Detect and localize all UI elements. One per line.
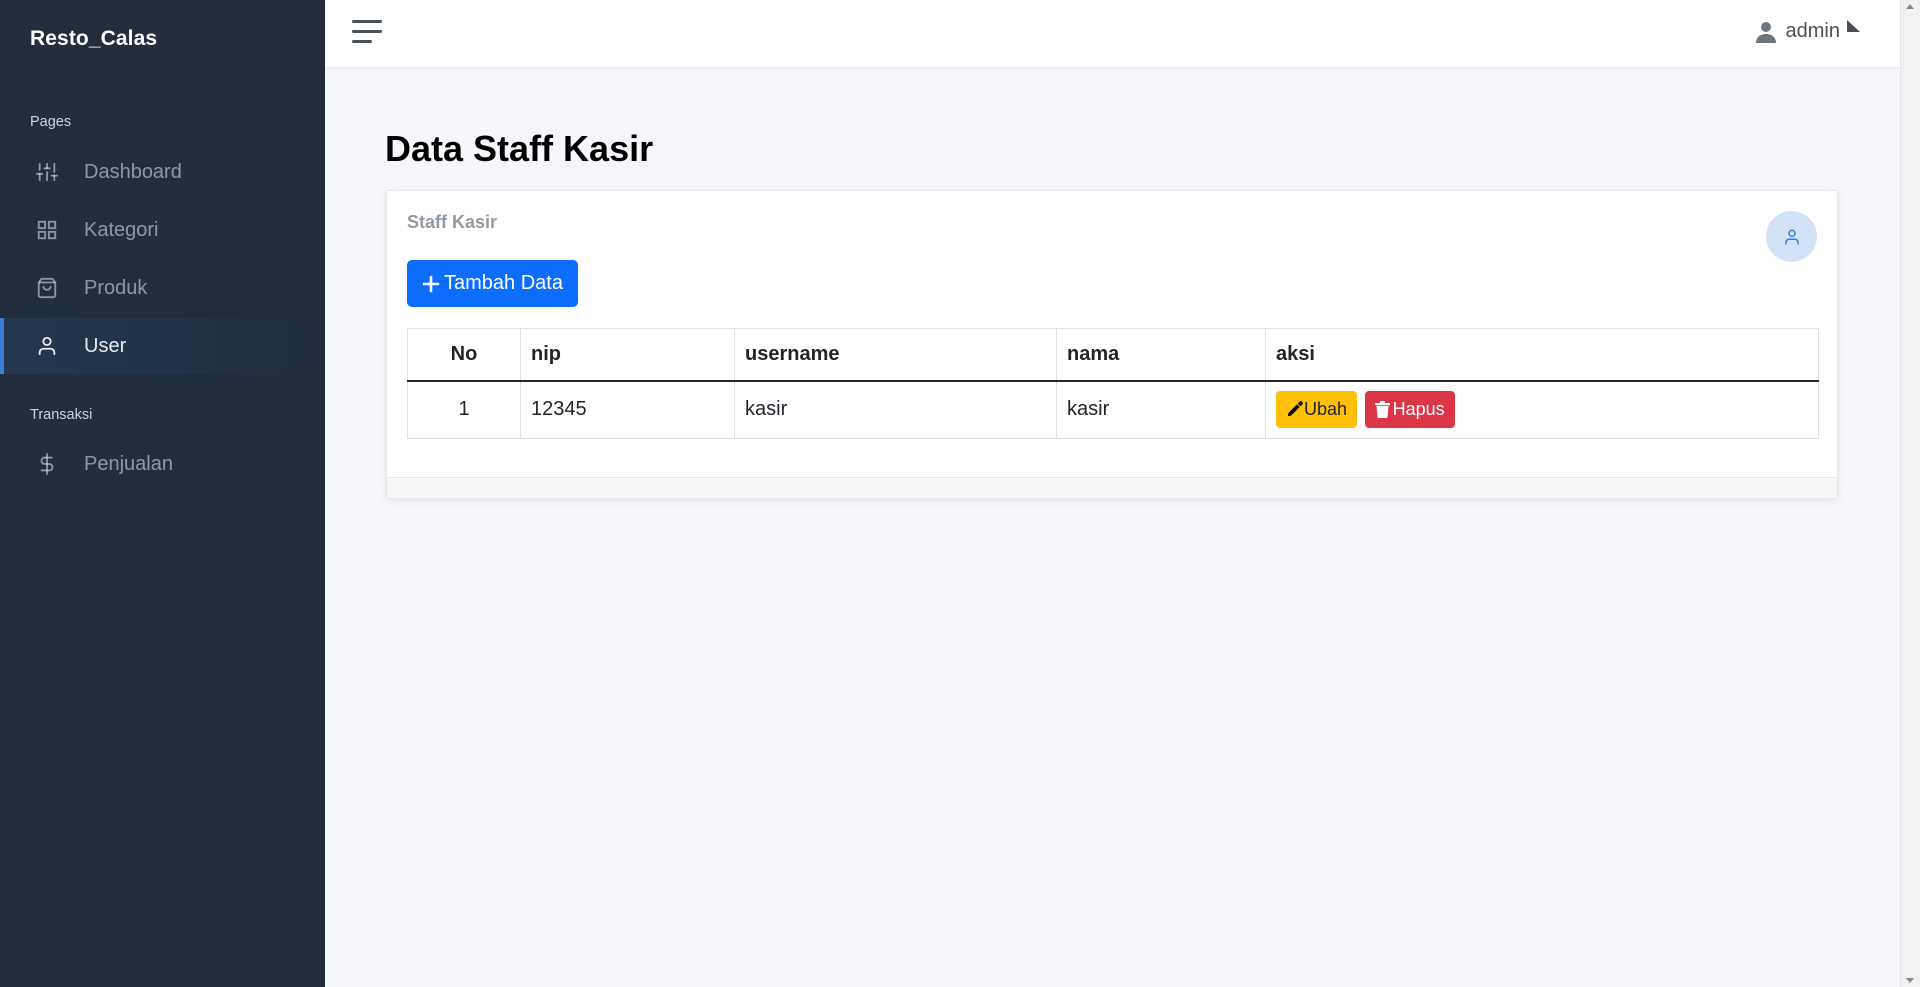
cell-username: kasir bbox=[734, 380, 1057, 439]
column-header-username: username bbox=[734, 328, 1057, 382]
column-header-nip: nip bbox=[520, 328, 735, 382]
sidebar-item-label: User bbox=[84, 334, 127, 357]
scroll-up-arrow-icon[interactable] bbox=[1906, 4, 1914, 9]
sidebar-item-label: Penjualan bbox=[84, 452, 173, 475]
sidebar-item-label: Dashboard bbox=[84, 160, 182, 183]
shopping-bag-icon bbox=[34, 275, 60, 301]
hamburger-line bbox=[352, 30, 382, 33]
dropdown-caret-icon[interactable] bbox=[1847, 20, 1860, 32]
table-header-row: No nip username nama aksi bbox=[407, 328, 1819, 382]
sidebar-header-transaksi: Transaksi bbox=[30, 407, 93, 423]
brand-logo[interactable]: Resto_Calas bbox=[30, 27, 157, 51]
sidebar-item-penjualan[interactable]: Penjualan bbox=[0, 436, 325, 492]
sidebar-item-label: Kategori bbox=[84, 218, 159, 241]
hamburger-line bbox=[352, 40, 372, 43]
page-title: Data Staff Kasir bbox=[385, 128, 653, 170]
staff-card: Staff Kasir Tambah Data No nip username … bbox=[386, 190, 1838, 499]
trash-icon bbox=[1374, 401, 1392, 419]
cell-aksi: Ubah Hapus bbox=[1265, 380, 1819, 439]
delete-label: Hapus bbox=[1392, 399, 1445, 420]
table-row: 1 12345 kasir kasir Ubah Hapus bbox=[407, 380, 1819, 439]
page-title-rest: Staff Kasir bbox=[473, 128, 654, 169]
add-data-button[interactable]: Tambah Data bbox=[407, 260, 578, 307]
card-user-avatar bbox=[1766, 211, 1817, 262]
card-footer bbox=[387, 477, 1837, 498]
edit-button[interactable]: Ubah bbox=[1276, 391, 1358, 429]
card-title: Staff Kasir bbox=[407, 212, 498, 232]
user-icon bbox=[1784, 229, 1799, 244]
sidebar-item-user[interactable]: User bbox=[0, 318, 325, 374]
top-navbar: admin bbox=[325, 0, 1900, 67]
sidebar-item-dashboard[interactable]: Dashboard bbox=[0, 144, 325, 200]
edit-label: Ubah bbox=[1304, 399, 1348, 420]
staff-table: No nip username nama aksi 1 12345 kasir … bbox=[407, 328, 1819, 439]
sidebar-item-kategori[interactable]: Kategori bbox=[0, 202, 325, 258]
cell-no: 1 bbox=[407, 380, 521, 439]
column-header-nama: nama bbox=[1056, 328, 1266, 382]
grid-icon bbox=[34, 217, 60, 243]
page-title-bold: Data bbox=[385, 128, 464, 169]
hamburger-icon bbox=[352, 20, 382, 23]
sidebar-item-label: Produk bbox=[84, 276, 148, 299]
add-data-label: Tambah Data bbox=[444, 272, 563, 294]
sidebar: Resto_Calas Pages Dashboard Kategori Pro… bbox=[0, 0, 325, 987]
sidebar-toggle-button[interactable] bbox=[352, 20, 382, 44]
sliders-icon bbox=[34, 159, 60, 185]
plus-icon bbox=[422, 275, 440, 293]
user-name: admin bbox=[1785, 20, 1840, 42]
delete-button[interactable]: Hapus bbox=[1364, 391, 1455, 429]
scroll-down-arrow-icon[interactable] bbox=[1906, 978, 1914, 983]
user-menu[interactable]: admin bbox=[1755, 20, 1840, 43]
user-icon bbox=[34, 333, 60, 359]
sidebar-item-produk[interactable]: Produk bbox=[0, 260, 325, 316]
vertical-scrollbar[interactable] bbox=[1900, 0, 1920, 987]
column-header-aksi: aksi bbox=[1265, 328, 1819, 382]
pencil-icon bbox=[1286, 401, 1303, 418]
sidebar-header-pages: Pages bbox=[30, 114, 72, 130]
cell-nama: kasir bbox=[1056, 380, 1266, 439]
column-header-no: No bbox=[407, 328, 521, 382]
dollar-sign-icon bbox=[34, 451, 60, 477]
user-silhouette-icon bbox=[1755, 21, 1778, 43]
cell-nip: 12345 bbox=[520, 380, 735, 439]
